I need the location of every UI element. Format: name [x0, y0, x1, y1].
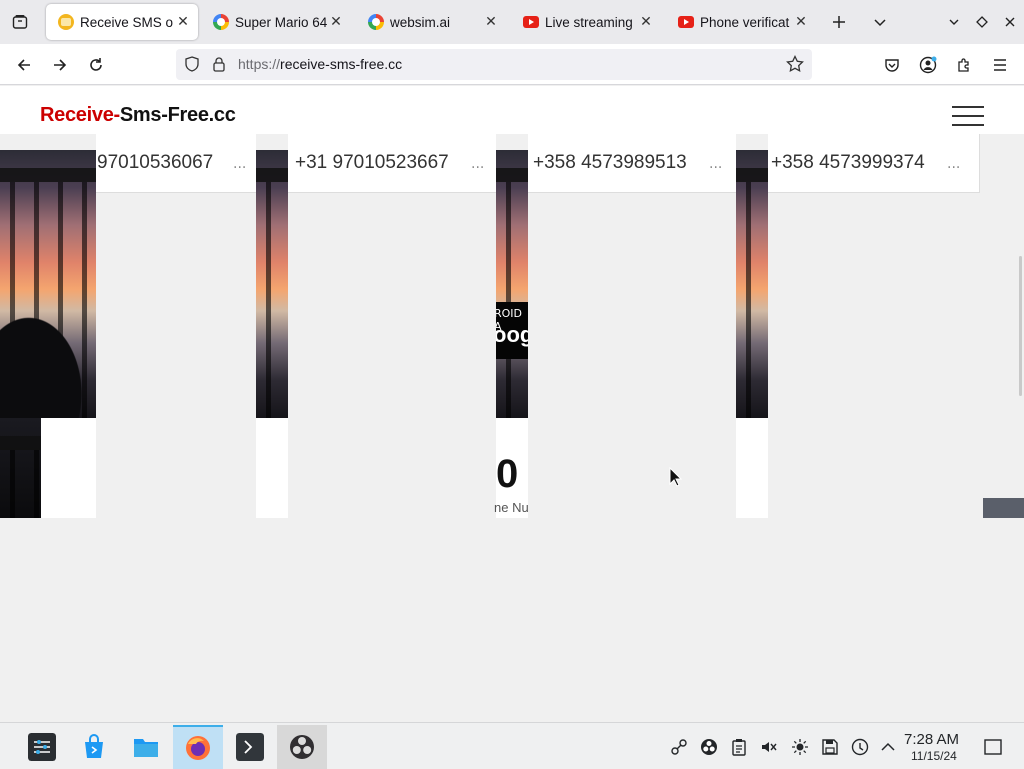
- page-scrollbar[interactable]: [1019, 256, 1022, 396]
- more-dots: ...: [233, 156, 247, 172]
- card-body: [256, 418, 288, 518]
- settings-app-icon[interactable]: [17, 725, 67, 769]
- storage-save-tray-icon[interactable]: [820, 737, 840, 757]
- web-page-content: Receive-Sms-Free.cc 97010536067 ... +31 …: [0, 86, 1024, 722]
- tab-close-icon[interactable]: ✕: [327, 13, 345, 31]
- more-dots: ...: [709, 156, 723, 172]
- lock-icon[interactable]: [212, 56, 226, 76]
- sunset-pier-image: [736, 150, 768, 418]
- tab-receive-sms[interactable]: Receive SMS o ✕: [46, 4, 198, 40]
- tracking-protection-shield-icon[interactable]: [184, 56, 200, 76]
- sunset-pier-image: [256, 150, 288, 418]
- obs-tray-icon[interactable]: [699, 737, 719, 757]
- youtube-favicon-icon: [523, 16, 539, 28]
- tab-close-icon[interactable]: ✕: [482, 13, 500, 31]
- bookmark-star-icon[interactable]: [786, 54, 804, 77]
- chrome-favicon-icon: [368, 14, 384, 30]
- tab-overview-icon[interactable]: [8, 10, 32, 34]
- clock-time[interactable]: 7:28 AM: [904, 731, 959, 748]
- brightness-tray-icon[interactable]: [790, 737, 810, 757]
- tab-close-icon[interactable]: ✕: [637, 13, 655, 31]
- phone-number[interactable]: +31 97010523667: [295, 152, 449, 174]
- advertisement-sliver[interactable]: ROID A oog: [496, 302, 528, 359]
- logo-text-red: Receive-: [40, 104, 120, 126]
- site-menu-hamburger-icon[interactable]: [952, 106, 984, 126]
- clipboard-tray-icon[interactable]: [729, 737, 749, 757]
- more-dots: ...: [471, 156, 485, 172]
- tab-title: Super Mario 64: [235, 14, 327, 30]
- phone-number-card[interactable]: +358 4573999374 ...: [768, 134, 980, 193]
- site-header: Receive-Sms-Free.cc: [0, 86, 1024, 134]
- phone-number[interactable]: +358 4573989513: [533, 152, 687, 174]
- show-desktop-icon[interactable]: [983, 737, 1003, 757]
- tab-title: Receive SMS o: [80, 14, 174, 30]
- phone-number-card[interactable]: 97010536067 ...: [96, 134, 256, 193]
- kde-connect-tray-icon[interactable]: [669, 737, 689, 757]
- tab-title: Phone verificat: [700, 14, 790, 30]
- card-body: [736, 418, 768, 518]
- card-body: [41, 418, 96, 518]
- window-minimize-icon[interactable]: [942, 10, 966, 34]
- url-bar[interactable]: https://receive-sms-free.cc: [176, 49, 812, 80]
- url-text[interactable]: https://receive-sms-free.cc: [238, 56, 402, 72]
- back-arrow-icon[interactable]: [11, 52, 37, 78]
- firefox-app-icon[interactable]: [173, 725, 223, 769]
- tab-websim[interactable]: websim.ai ✕: [356, 4, 506, 40]
- app-menu-hamburger-icon[interactable]: [987, 52, 1013, 78]
- obs-app-icon[interactable]: [277, 725, 327, 769]
- reload-icon[interactable]: [83, 52, 109, 78]
- phone-number-card[interactable]: +31 97010523667 ...: [288, 134, 496, 193]
- sms-smiley-favicon-icon: [58, 14, 74, 30]
- window-close-icon[interactable]: [998, 10, 1022, 34]
- tab-strip: Receive SMS o ✕ Super Mario 64 ✕ websim.…: [0, 0, 1024, 44]
- phone-number-card[interactable]: +358 4573989513 ...: [528, 134, 736, 193]
- tab-phone-verification[interactable]: Phone verificat ✕: [666, 4, 816, 40]
- terminal-app-icon[interactable]: [225, 725, 275, 769]
- show-hidden-tray-chevron-icon[interactable]: [878, 737, 898, 757]
- clock-date[interactable]: 11/15/24: [911, 749, 957, 763]
- tab-live-streaming[interactable]: Live streaming ✕: [511, 4, 661, 40]
- navigation-toolbar: https://receive-sms-free.cc: [0, 44, 1024, 85]
- site-logo[interactable]: Receive-Sms-Free.cc: [40, 104, 236, 127]
- extensions-puzzle-icon[interactable]: [951, 52, 977, 78]
- volume-muted-tray-icon[interactable]: [759, 737, 779, 757]
- more-dots: ...: [947, 156, 961, 172]
- pocket-icon[interactable]: [879, 52, 905, 78]
- tab-title: websim.ai: [390, 14, 451, 30]
- phone-number[interactable]: +358 4573999374: [771, 152, 925, 174]
- taskbar: 7:28 AM 11/15/24: [0, 722, 1024, 769]
- file-manager-app-icon[interactable]: [121, 725, 171, 769]
- new-tab-plus-icon[interactable]: [827, 10, 851, 34]
- account-avatar-icon[interactable]: [915, 52, 941, 78]
- partial-caption-text: ne Nu: [494, 500, 529, 515]
- list-all-tabs-chevron-icon[interactable]: [868, 10, 892, 34]
- chrome-favicon-icon: [213, 14, 229, 30]
- tab-close-icon[interactable]: ✕: [174, 13, 192, 31]
- sunset-pier-image: [0, 150, 96, 418]
- window-maximize-icon[interactable]: [970, 10, 994, 34]
- phone-number[interactable]: 97010536067: [97, 152, 213, 174]
- partial-heading-text: 0: [496, 452, 519, 496]
- ad-big-text: oog: [496, 322, 528, 347]
- youtube-favicon-icon: [678, 16, 694, 28]
- sunset-pier-image: [496, 150, 528, 418]
- tab-super-mario[interactable]: Super Mario 64 ✕: [201, 4, 351, 40]
- forward-arrow-icon[interactable]: [47, 52, 73, 78]
- dark-rock-image: [0, 418, 41, 518]
- logo-text-dark: Sms-Free.cc: [119, 104, 236, 126]
- updates-tray-icon[interactable]: [850, 737, 870, 757]
- tab-close-icon[interactable]: ✕: [792, 13, 810, 31]
- tab-title: Live streaming: [545, 14, 633, 30]
- url-host: receive-sms-free.cc: [280, 56, 403, 72]
- partial-card-image: [983, 498, 1024, 518]
- mouse-cursor-icon: [669, 467, 683, 487]
- discover-store-app-icon[interactable]: [69, 725, 119, 769]
- url-scheme: https://: [238, 56, 281, 72]
